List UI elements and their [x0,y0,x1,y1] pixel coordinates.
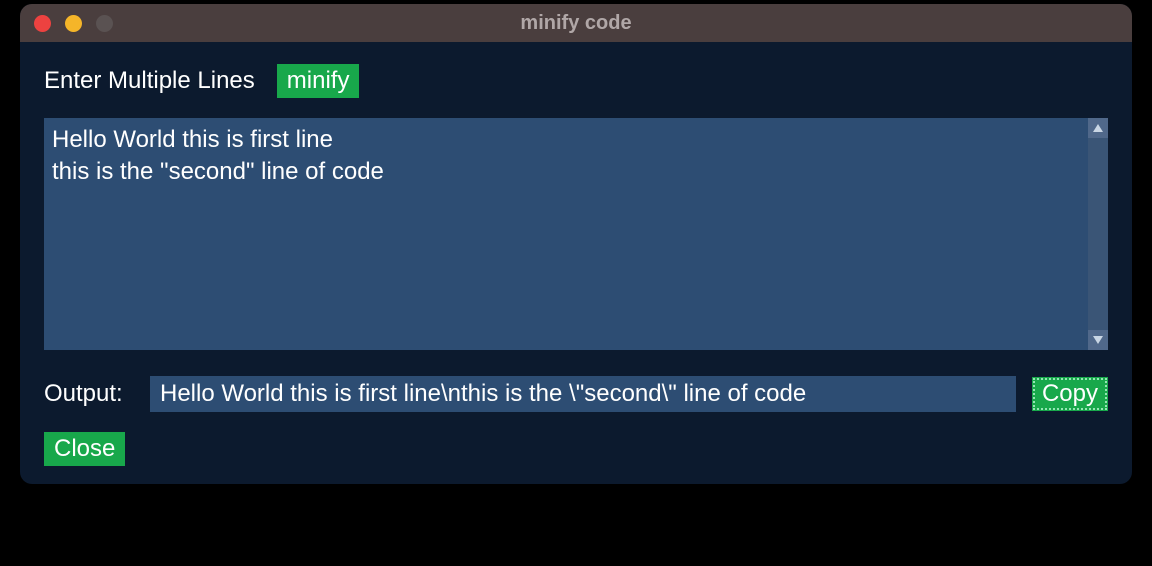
titlebar: minify code [20,4,1132,42]
footer-row: Close [44,432,1108,466]
output-field[interactable] [150,376,1016,412]
chevron-up-icon [1092,123,1104,133]
code-input[interactable] [44,118,1088,350]
maximize-window-icon[interactable] [96,15,113,32]
minify-button[interactable]: minify [277,64,360,98]
input-label: Enter Multiple Lines [44,67,255,95]
content-area: Enter Multiple Lines minify Output: Copy… [20,42,1132,484]
close-button[interactable]: Close [44,432,125,466]
scrollbar[interactable] [1088,118,1108,350]
minimize-window-icon[interactable] [65,15,82,32]
traffic-lights [34,15,113,32]
close-window-icon[interactable] [34,15,51,32]
header-row: Enter Multiple Lines minify [44,64,1108,98]
scroll-down-button[interactable] [1088,330,1108,350]
scroll-up-button[interactable] [1088,118,1108,138]
window-title: minify code [520,12,631,35]
copy-button[interactable]: Copy [1032,377,1108,411]
output-label: Output: [44,380,134,408]
output-row: Output: Copy [44,376,1108,412]
chevron-down-icon [1092,335,1104,345]
app-window: minify code Enter Multiple Lines minify … [20,4,1132,484]
input-container [44,118,1108,350]
